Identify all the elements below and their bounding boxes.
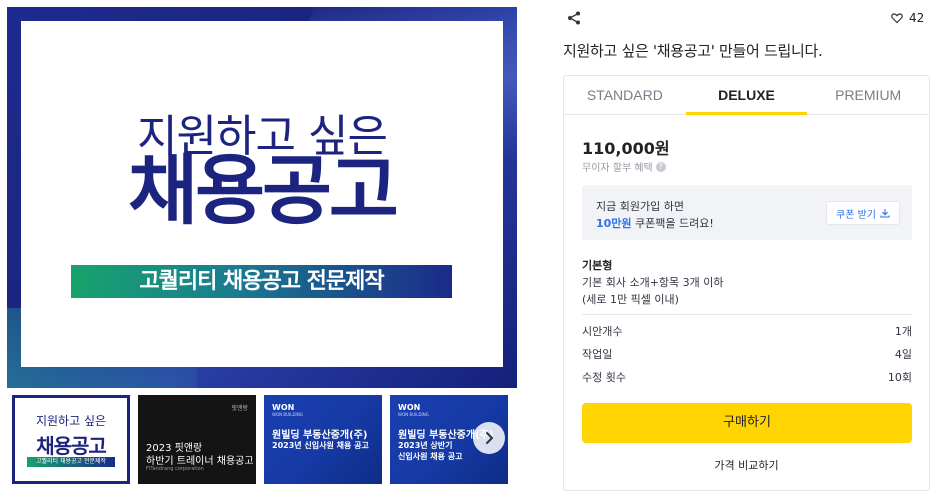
thumbnail-text: FITandrang corporation — [146, 466, 204, 472]
package-description: 기본 회사 소개+항목 3개 이하 — [582, 276, 724, 289]
like-count: 42 — [909, 11, 925, 25]
page-title: 지원하고 싶은 '채용공고' 만들어 드립니다. — [563, 42, 823, 60]
thumbnail-text: 2023년 신입사원 채용 공고 — [272, 441, 369, 450]
thumbnail-logo: 핏앤랑 — [231, 405, 248, 412]
thumbnail-text: 2023년 상반기 — [398, 441, 453, 450]
next-thumbnail-button[interactable] — [473, 422, 505, 454]
heart-icon — [891, 13, 903, 24]
main-product-image[interactable]: 지원하고 싶은 채용공고 고퀄리티 채용공고 전문제작 — [7, 7, 517, 388]
compare-prices-link[interactable]: 가격 비교하기 — [564, 457, 929, 473]
thumbnail-2[interactable]: 핏앤랑 2023 핏앤랑 하반기 트레이너 채용공고 FITandrang co… — [138, 395, 256, 484]
divider — [582, 314, 912, 315]
spec-label: 작업일 — [582, 348, 613, 361]
tab-standard[interactable]: STANDARD — [564, 76, 686, 114]
spec-row: 시안개수 1개 — [582, 323, 912, 339]
package-price: 110,000원 — [582, 139, 670, 158]
coupon-text: 10만원 쿠폰팩을 드려요! — [596, 217, 714, 230]
main-image-banner: 고퀄리티 채용공고 전문제작 — [71, 265, 452, 298]
download-icon — [880, 209, 890, 218]
thumbnail-1[interactable]: 지원하고 싶은 채용공고 고퀄리티 채용공고 전문제작 — [12, 395, 130, 484]
spec-label: 시안개수 — [582, 325, 623, 338]
installment-info: 무이자 할부 혜택 ? — [582, 159, 666, 174]
spec-label: 수정 횟수 — [582, 371, 626, 384]
tab-premium[interactable]: PREMIUM — [807, 76, 929, 114]
like-button[interactable]: 42 — [891, 10, 924, 26]
package-box: STANDARD DELUXE PREMIUM 110,000원 무이자 할부 … — [563, 75, 930, 491]
tab-deluxe[interactable]: DELUXE — [685, 76, 808, 115]
spec-value: 10회 — [887, 371, 912, 384]
thumbnail-text: 신입사원 채용 공고 — [398, 452, 463, 461]
thumbnail-strip: 지원하고 싶은 채용공고 고퀄리티 채용공고 전문제작 핏앤랑 2023 핏앤랑… — [12, 395, 512, 486]
spec-value: 4일 — [894, 348, 912, 361]
help-icon[interactable]: ? — [655, 161, 666, 172]
thumbnail-3[interactable]: WON WON BUILDING 원빌딩 부동산중개(주) 2023년 신입사원 … — [264, 395, 382, 484]
share-icon[interactable] — [566, 10, 582, 26]
installment-label: 무이자 할부 혜택 — [582, 163, 653, 174]
thumbnail-text: 하반기 트레이너 채용공고 — [146, 456, 254, 467]
package-description: (세로 1만 픽셀 이내) — [582, 293, 679, 306]
thumbnail-logo: WON WON BUILDING — [398, 403, 429, 417]
spec-row: 작업일 4일 — [582, 346, 912, 362]
coupon-amount: 10만원 — [596, 217, 632, 230]
coupon-text: 지금 회원가입 하면 — [596, 200, 684, 213]
main-image-headline: 채용공고 — [128, 146, 399, 235]
thumbnail-logo: WON WON BUILDING — [272, 403, 303, 417]
thumbnail-text: 원빌딩 부동산중개(주) — [272, 430, 368, 441]
thumbnail-text: 고퀄리티 채용공고 전문제작 — [27, 457, 115, 467]
package-tabs: STANDARD DELUXE PREMIUM — [564, 76, 929, 115]
package-name: 기본형 — [582, 259, 613, 272]
chevron-right-icon — [486, 432, 493, 444]
buy-button[interactable]: 구매하기 — [582, 403, 912, 443]
spec-row: 수정 횟수 10회 — [582, 369, 912, 385]
spec-value: 1개 — [894, 325, 912, 338]
get-coupon-button[interactable]: 쿠폰 받기 — [826, 201, 900, 225]
get-coupon-label: 쿠폰 받기 — [836, 209, 876, 221]
main-image-card: 지원하고 싶은 채용공고 고퀄리티 채용공고 전문제작 — [21, 21, 503, 367]
thumbnail-text: 채용공고 — [36, 434, 107, 458]
thumbnail-text: 지원하고 싶은 — [35, 414, 107, 428]
coupon-banner: 지금 회원가입 하면 10만원 쿠폰팩을 드려요! 쿠폰 받기 — [582, 185, 912, 240]
